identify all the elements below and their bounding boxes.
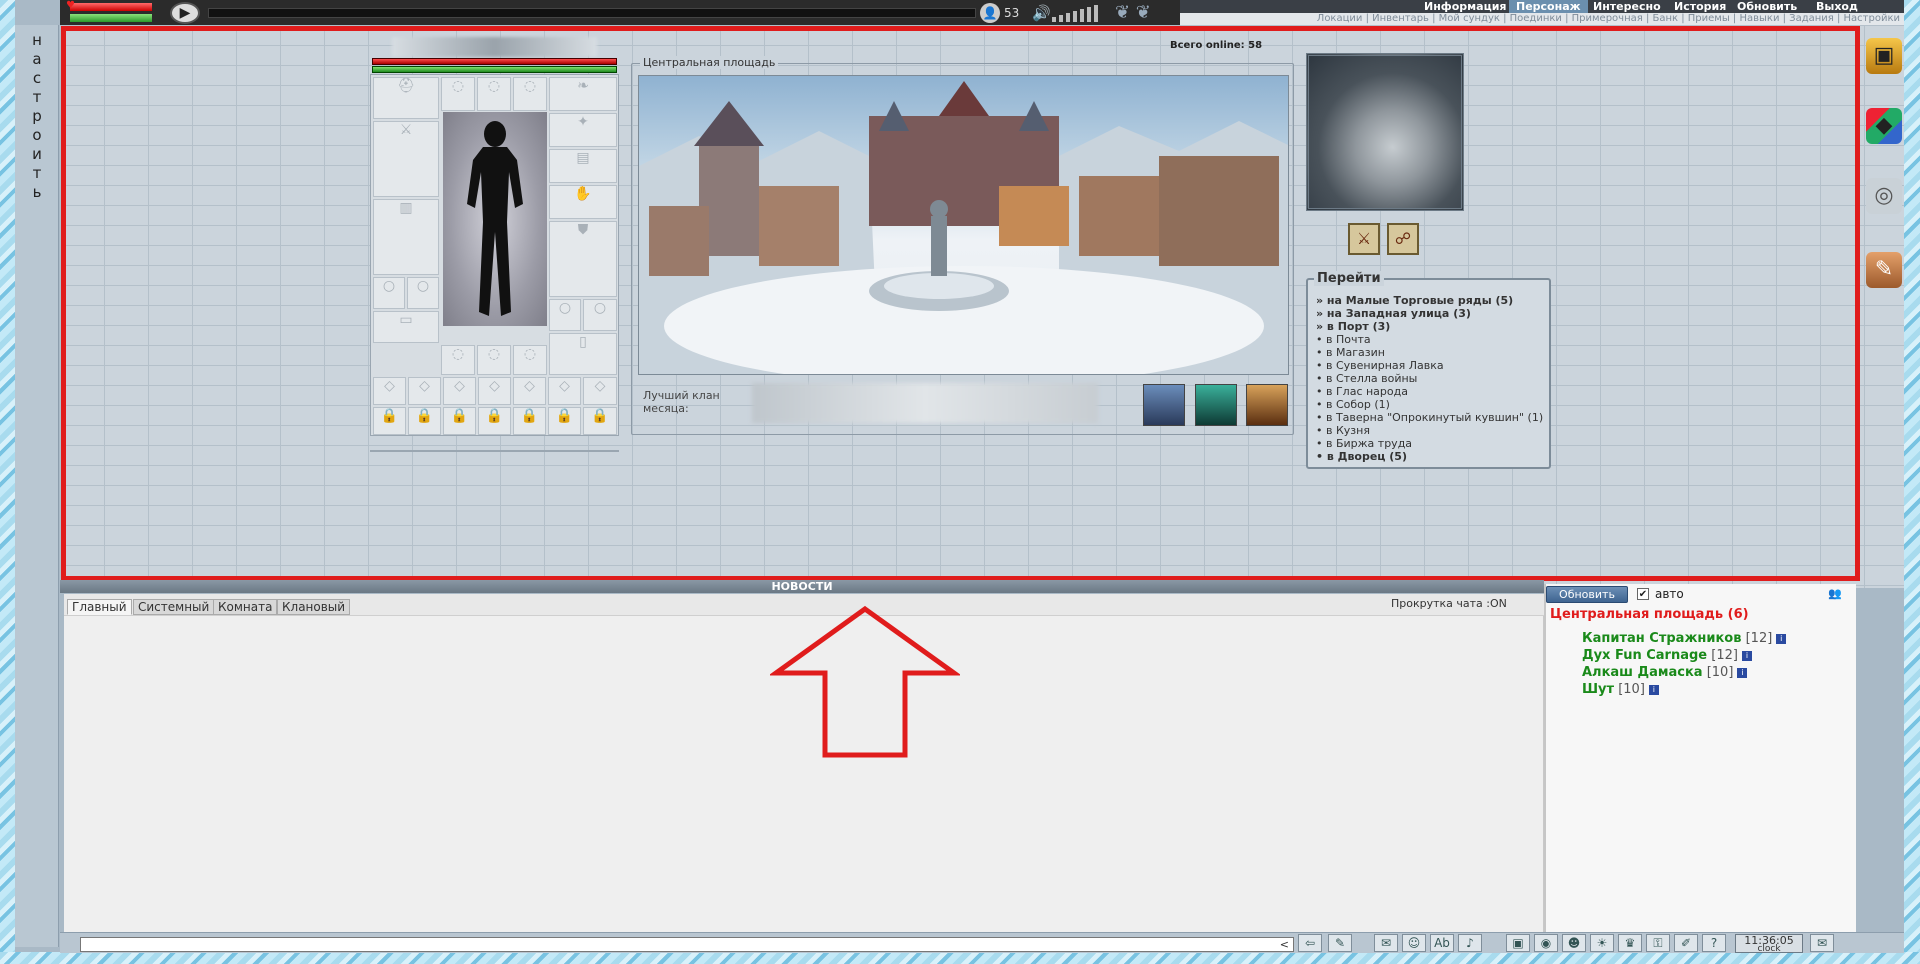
quest-diamond-icon[interactable]: ◆ [1866,108,1902,144]
user-level: [12] [1745,631,1773,646]
settings-letter: и [32,145,42,163]
volume-slider[interactable] [1052,4,1112,22]
users-icon[interactable]: 👥 [1828,587,1854,601]
film-reel-icon[interactable]: ◎ [1866,178,1902,214]
clock: 11:36:05 clock [1735,934,1803,954]
eraser-icon[interactable]: ✎ [1328,934,1352,952]
menu-item-character[interactable]: Персонаж [1509,0,1588,13]
room-title: Центральная площадь (6) [1550,607,1749,622]
online-user-icon: 👤 [980,3,1000,23]
key-icon[interactable]: ⚿ [1646,934,1670,952]
user-row[interactable]: Алкаш Дамаска [10] i [1582,665,1748,681]
menu-item-history[interactable]: История [1667,0,1733,13]
settings-letter: р [32,107,42,125]
sound-icon[interactable]: ♪ [1458,934,1482,952]
sun-icon[interactable]: ☀ [1590,934,1614,952]
menu-item-info[interactable]: Информация [1417,0,1514,13]
user-level: [12] [1711,648,1738,663]
chat-scroll-toggle[interactable]: Прокрутка чата :ON [1391,597,1507,610]
ice-frame-bottom [0,952,1920,964]
tab-main[interactable]: Главный [67,599,132,615]
mail-icon[interactable]: ✉ [1374,934,1398,952]
chest-icon[interactable]: ▣ [1866,38,1902,74]
tab-clan[interactable]: Клановый [277,599,351,615]
news-label[interactable]: НОВОСТИ [60,580,1544,593]
settings-letter: с [32,69,42,87]
heart-icon: ♥ [66,0,75,11]
tab-room[interactable]: Комната [213,599,278,615]
friends-icon[interactable]: ☻ [1562,934,1586,952]
mail-inbox-icon[interactable]: ✉ [1810,934,1834,952]
brush-icon[interactable]: ✐ [1674,934,1698,952]
user-level: [10] [1618,682,1645,697]
mini-hp-bar [70,3,152,11]
user-info-icon[interactable]: i [1648,684,1659,695]
sub-menu[interactable]: Локации | Инвентарь | Мой сундук | Поеди… [1180,13,1904,25]
coins-icon[interactable]: ◉ [1534,934,1558,952]
ice-frame-left [0,0,15,964]
auto-refresh-checkbox[interactable]: ✔ [1637,588,1649,600]
arrow-left-icon[interactable]: ⇦ [1298,934,1322,952]
highlight-frame [61,26,1860,581]
wings-ornament-icon: ❦ ❦ [1115,2,1151,23]
who-refresh-button[interactable]: Обновить [1546,586,1628,603]
user-name[interactable]: Шут [1582,682,1614,697]
mini-mp-bar [70,14,152,22]
user-name[interactable]: Дух Fun Carnage [1582,648,1707,663]
play-button[interactable]: ▶ [170,2,200,24]
user-info-icon[interactable]: i [1737,667,1748,678]
settings-letter: т [32,164,42,182]
scroll-icon[interactable]: ✎ [1866,252,1902,288]
menu-item-exit[interactable]: Выход [1809,0,1865,13]
music-track-bar[interactable] [208,8,976,18]
smiley-icon[interactable]: ☺ [1402,934,1426,952]
tab-system[interactable]: Системный [133,599,215,615]
user-name[interactable]: Капитан Стражников [1582,631,1741,646]
main-menu: Информация Персонаж Интересно История Об… [1180,0,1904,13]
settings-letter: н [32,31,42,49]
menu-item-interesting[interactable]: Интересно [1586,0,1668,13]
volume-icon[interactable]: 🔊 [1032,4,1051,22]
user-row[interactable]: Капитан Стражников [12] i [1582,631,1787,647]
bag-icon[interactable]: ▣ [1506,934,1530,952]
user-info-icon[interactable]: i [1776,633,1787,644]
ice-frame-right [1904,0,1920,964]
settings-letter: ь [32,183,42,201]
menu-item-refresh[interactable]: Обновить [1730,0,1804,13]
settings-letter: о [32,126,42,144]
settings-strip[interactable]: н а с т р о и т ь [15,25,59,947]
user-info-icon[interactable]: i [1741,650,1752,661]
user-name[interactable]: Алкаш Дамаска [1582,665,1703,680]
user-row[interactable]: Шут [10] i [1582,682,1659,698]
auto-refresh-label: авто [1655,587,1684,601]
settings-letter: т [32,88,42,106]
translit-icon[interactable]: Ab [1430,934,1454,952]
user-level: [10] [1706,665,1734,680]
chat-input[interactable]: < [80,937,1294,952]
settings-letter: а [32,50,42,68]
user-row[interactable]: Дух Fun Carnage [12] i [1582,648,1752,664]
crown-icon[interactable]: ♛ [1618,934,1642,952]
online-count: 53 [1004,6,1020,20]
up-arrow-annotation [768,605,962,760]
help-icon[interactable]: ? [1702,934,1726,952]
